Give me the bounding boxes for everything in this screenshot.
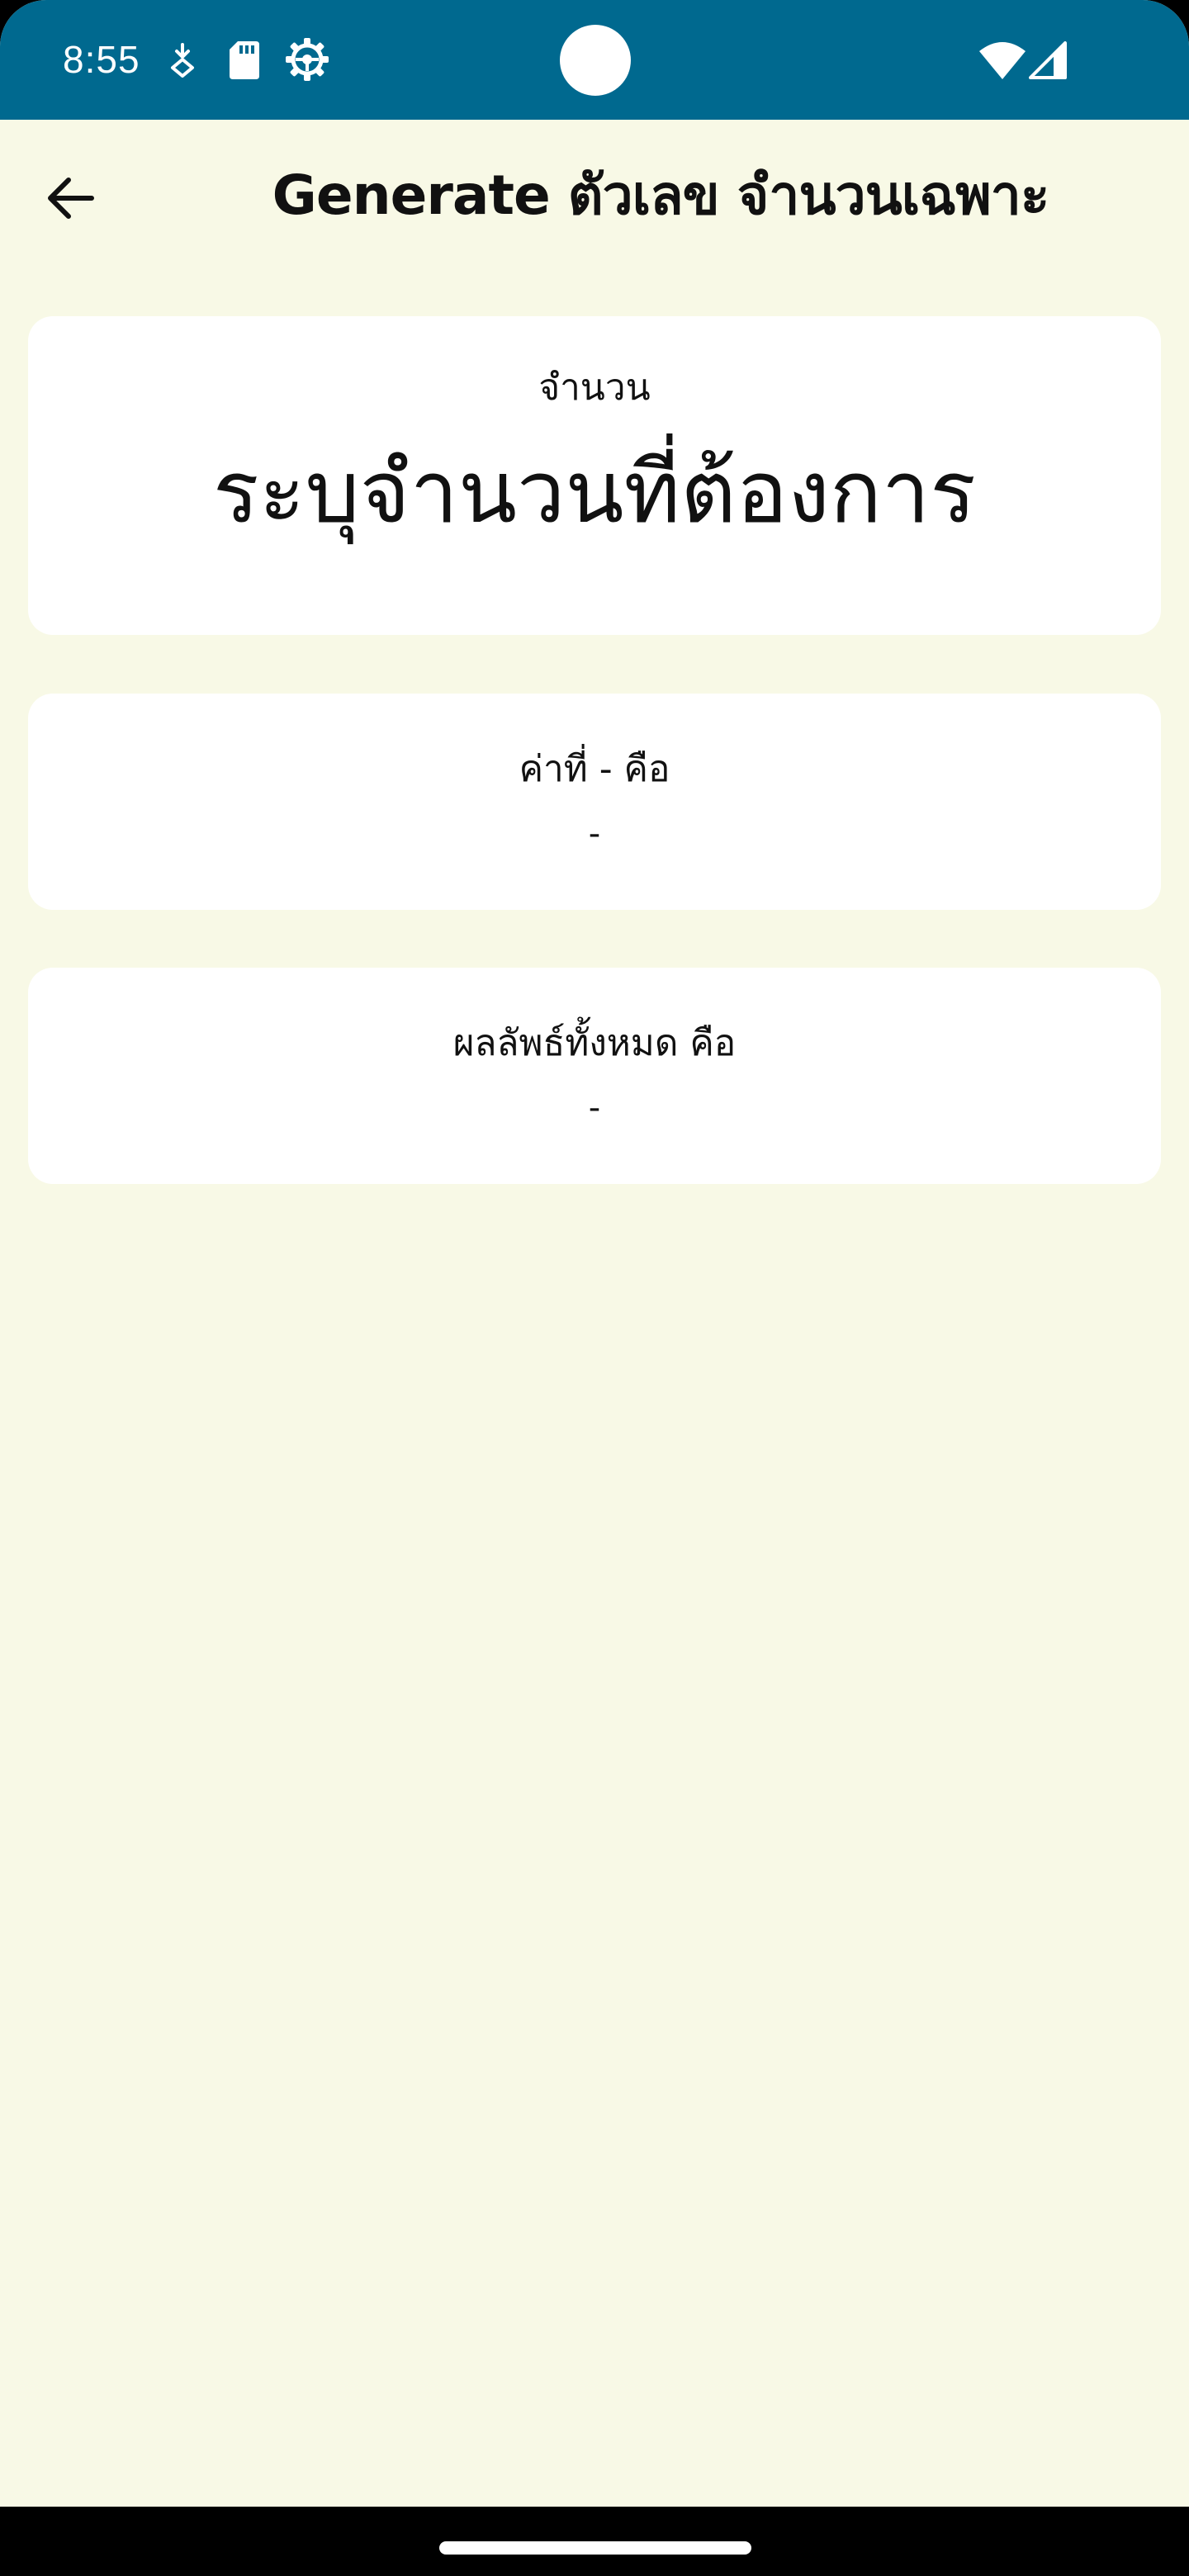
home-handle[interactable] (439, 2541, 751, 2555)
value-card: ค่าที่ - คือ - (28, 694, 1161, 910)
navigation-bar (0, 2507, 1189, 2576)
total-card: ผลลัพธ์ทั้งหมด คือ - (28, 968, 1161, 1184)
app-screen: 8:55 Generate ตัวเลข จำนวนเฉพาะ จำนวน ระ… (0, 0, 1189, 2507)
amount-card: จำนวน ระบุจำนวนที่ต้องการ (28, 316, 1161, 635)
sd-card-icon (230, 41, 259, 79)
camera-cutout (560, 25, 631, 96)
status-time: 8:55 (63, 38, 140, 81)
back-button[interactable] (25, 153, 116, 244)
download-status-icon (171, 43, 194, 78)
gear-icon (286, 38, 329, 81)
wifi-icon (979, 42, 1026, 79)
value-result: - (588, 815, 601, 853)
page-title: Generate ตัวเลข จำนวนเฉพาะ (272, 163, 1050, 227)
app-bar: Generate ตัวเลข จำนวนเฉพาะ (0, 120, 1189, 260)
total-result: - (588, 1089, 601, 1127)
arrow-back-icon (48, 178, 94, 219)
status-bar: 8:55 (0, 0, 1189, 120)
value-label: ค่าที่ - คือ (519, 748, 670, 790)
amount-label: จำนวน (538, 367, 651, 409)
signal-icon (1029, 41, 1067, 79)
amount-input[interactable]: ระบุจำนวนที่ต้องการ (45, 434, 1144, 550)
total-label: ผลลัพธ์ทั้งหมด คือ (452, 1022, 737, 1064)
